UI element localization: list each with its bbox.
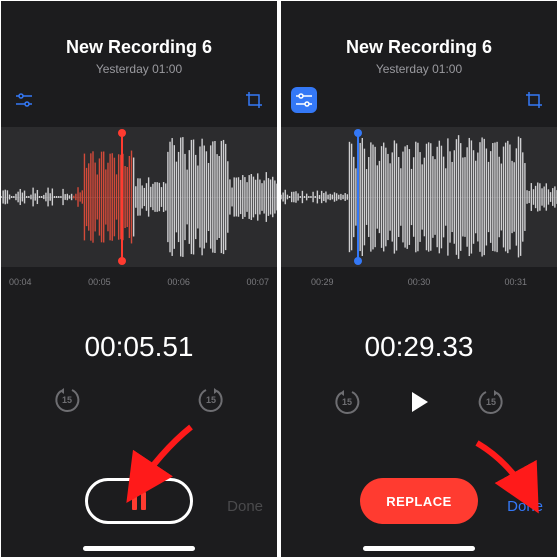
transport-controls: 15 15: [281, 385, 557, 419]
done-button[interactable]: Done: [227, 498, 263, 515]
playhead-handle-top[interactable]: [118, 129, 126, 137]
voice-memo-editor-recording: New Recording 6 Yesterday 01:00 00:04 00…: [0, 0, 278, 558]
time-ruler: 00:04 00:05 00:06 00:07: [1, 277, 277, 297]
recording-title[interactable]: New Recording 6: [1, 37, 277, 58]
playhead[interactable]: [357, 133, 359, 261]
playhead-handle-top[interactable]: [354, 129, 362, 137]
home-indicator[interactable]: [363, 546, 475, 551]
adjust-icon[interactable]: [11, 87, 37, 113]
play-button[interactable]: [402, 385, 436, 419]
waveform[interactable]: [1, 127, 277, 267]
voice-memo-editor-replace: New Recording 6 Yesterday 01:00 00:29 00…: [280, 0, 558, 558]
recording-title[interactable]: New Recording 6: [281, 37, 557, 58]
replace-button[interactable]: REPLACE: [360, 478, 478, 524]
skip-forward-button[interactable]: 15: [476, 387, 506, 417]
crop-icon[interactable]: [241, 87, 267, 113]
playhead[interactable]: [121, 133, 123, 261]
skip-back-button[interactable]: 15: [332, 387, 362, 417]
pause-record-button[interactable]: [85, 478, 193, 524]
crop-icon[interactable]: [521, 87, 547, 113]
pause-icon: [132, 492, 146, 510]
adjust-icon[interactable]: [291, 87, 317, 113]
skip-back-button[interactable]: 15: [52, 385, 82, 415]
time-ruler: 00:29 00:30 00:31: [281, 277, 557, 297]
recording-subtitle: Yesterday 01:00: [1, 62, 277, 76]
transport-controls: 15 15: [1, 385, 277, 415]
editor-toolbar: [281, 85, 557, 115]
elapsed-time: 00:29.33: [281, 331, 557, 363]
elapsed-time: 00:05.51: [1, 331, 277, 363]
recording-subtitle: Yesterday 01:00: [281, 62, 557, 76]
done-button[interactable]: Done: [507, 498, 543, 515]
editor-toolbar: [1, 85, 277, 115]
playhead-handle-bottom[interactable]: [118, 257, 126, 265]
home-indicator[interactable]: [83, 546, 195, 551]
skip-forward-button[interactable]: 15: [196, 385, 226, 415]
waveform[interactable]: [281, 127, 557, 267]
playhead-handle-bottom[interactable]: [354, 257, 362, 265]
